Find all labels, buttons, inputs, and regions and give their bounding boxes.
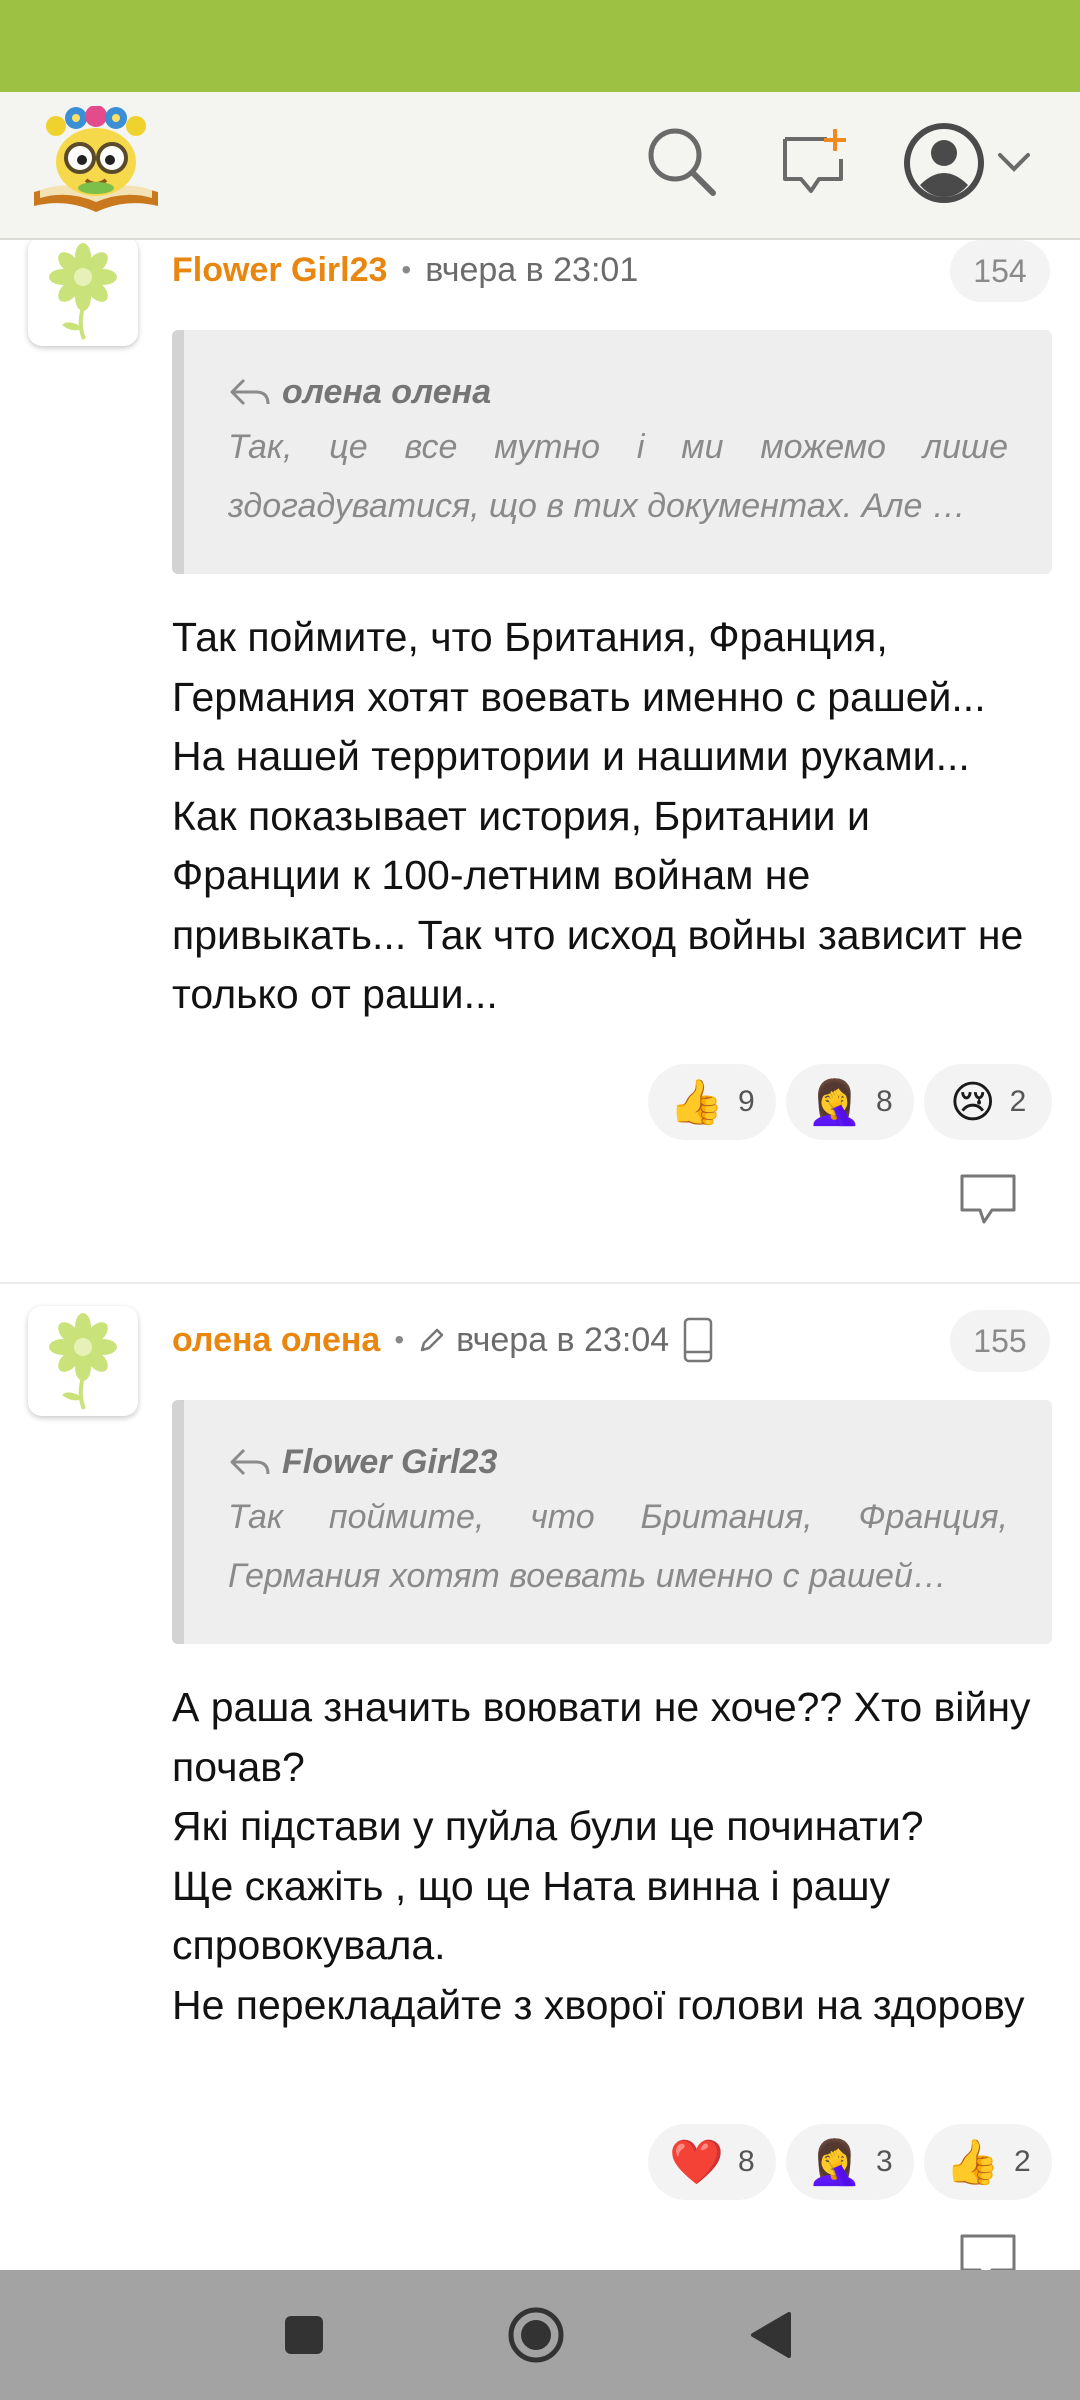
thumbs-up-icon: 👍 (669, 1078, 725, 1127)
thumbs-up-icon: 👍 (945, 2138, 1001, 2187)
search-icon (648, 128, 716, 196)
flower-avatar-icon (49, 243, 117, 340)
home-icon (508, 2307, 564, 2363)
reactions-bar: 👍 9 🤦‍♀️ 8 😢 2 (648, 1064, 1052, 1140)
reaction-count: 8 (738, 2145, 755, 2178)
reaction-facepalm[interactable]: 🤦‍♀️ 8 (786, 1064, 914, 1140)
heart-icon: ❤️ (669, 2138, 725, 2187)
reaction-count: 9 (738, 1085, 755, 1118)
recents-icon (285, 2316, 323, 2354)
reply-button[interactable] (958, 2232, 1018, 2270)
new-message-icon (783, 129, 846, 193)
reaction-count: 2 (1014, 2145, 1031, 2178)
comment-body: А раша значить воювати не хоче?? Хто вій… (172, 1684, 1031, 2028)
search-button[interactable] (642, 122, 722, 202)
facepalm-icon: 🤦‍♀️ (807, 1078, 863, 1127)
system-nav-bar (0, 2270, 1080, 2400)
speech-bubble-icon (960, 2234, 1016, 2270)
reply-button[interactable] (958, 1172, 1018, 1231)
site-logo[interactable] (30, 105, 162, 218)
timestamp[interactable]: вчера в 23:04 (456, 1321, 669, 1360)
quote-author: Flower Girl23 (228, 1436, 1008, 1488)
reaction-thumbs-up[interactable]: 👍 2 (924, 2124, 1052, 2200)
reaction-count: 2 (1009, 1085, 1027, 1118)
timestamp[interactable]: вчера в 23:01 (425, 251, 638, 290)
author-name[interactable]: олена олена (172, 1321, 380, 1360)
mobile-device-icon (681, 1316, 715, 1364)
new-message-button[interactable] (774, 122, 854, 202)
comment-body: Так поймите, что Британия, Франция, Герм… (172, 614, 1024, 1017)
comment-meta: Flower Girl23 • вчера в 23:01 (172, 240, 638, 300)
reactions-bar: ❤️ 8 🤦‍♀️ 3 👍 2 (648, 2124, 1052, 2200)
avatar[interactable] (28, 240, 138, 346)
flower-avatar-icon (49, 1313, 117, 1410)
status-bar (0, 0, 1080, 92)
crying-face-icon: 😢 (949, 1077, 996, 1127)
back-icon (751, 2312, 791, 2358)
reaction-heart[interactable]: ❤️ 8 (648, 2124, 776, 2200)
account-menu-button[interactable] (898, 118, 1038, 208)
separator: • (394, 1324, 405, 1355)
home-button[interactable] (506, 2305, 566, 2365)
quote-block[interactable]: олена олена Так, це все мутно і ми можем… (172, 330, 1052, 574)
avatar[interactable] (28, 1306, 138, 1416)
facepalm-icon: 🤦‍♀️ (807, 2138, 863, 2187)
separator: • (401, 254, 412, 285)
comment-meta: олена олена • вчера в 23:04 (172, 1310, 715, 1370)
reaction-thumbs-up[interactable]: 👍 9 (648, 1064, 776, 1140)
app-header (0, 92, 1080, 240)
account-icon (904, 123, 984, 203)
quote-author-name: Flower Girl23 (282, 1442, 498, 1481)
chevron-down-icon (998, 153, 1030, 172)
reply-arrow-icon (230, 378, 270, 406)
reply-arrow-icon (230, 1448, 270, 1476)
speech-bubble-icon (960, 1174, 1016, 1224)
quote-text: Так поймите, что Британия, Франция, Герм… (228, 1498, 1008, 1595)
comments-feed[interactable]: Flower Girl23 • вчера в 23:01 154 олена … (0, 240, 1080, 2270)
reaction-facepalm[interactable]: 🤦‍♀️ 3 (786, 2124, 914, 2200)
quote-author: олена олена (228, 366, 1008, 418)
reaction-count: 8 (876, 1085, 893, 1118)
quote-author-name: олена олена (282, 372, 492, 411)
quote-block[interactable]: Flower Girl23 Так поймите, что Британия,… (172, 1400, 1052, 1644)
post-number-badge[interactable]: 154 (950, 240, 1050, 302)
reaction-crying[interactable]: 😢 2 (924, 1064, 1052, 1140)
back-button[interactable] (740, 2305, 800, 2365)
quote-text: Так, це все мутно і ми можемо лише здога… (228, 428, 1008, 525)
recents-button[interactable] (274, 2305, 334, 2365)
post-number-badge[interactable]: 155 (950, 1310, 1050, 1372)
reaction-count: 3 (876, 2145, 893, 2178)
pencil-icon (418, 1326, 446, 1354)
author-name[interactable]: Flower Girl23 (172, 251, 387, 290)
divider (0, 1282, 1080, 1284)
